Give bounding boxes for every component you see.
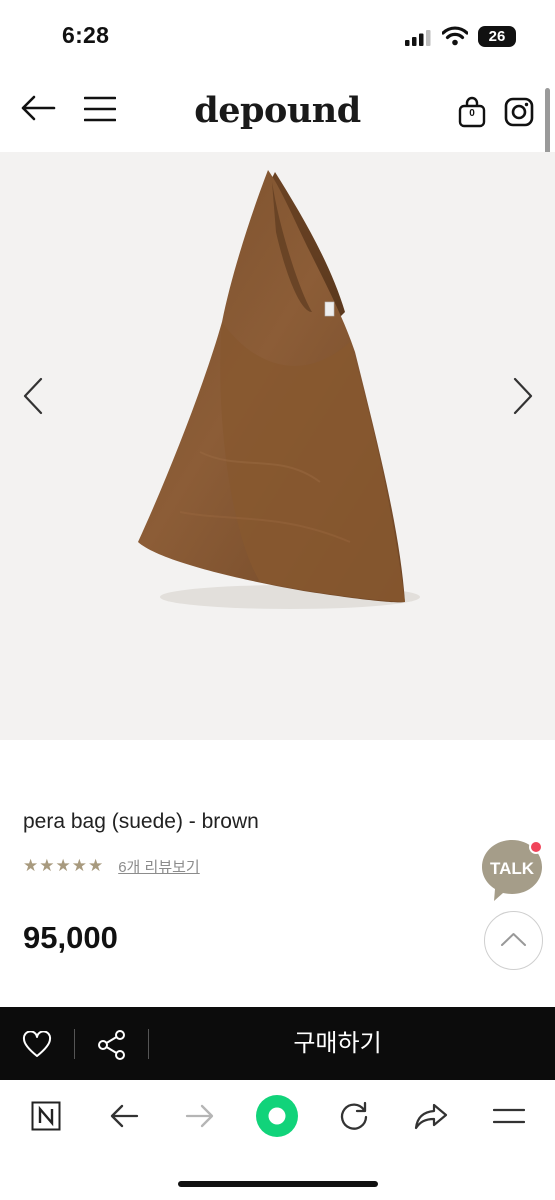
scroll-to-top-button[interactable] bbox=[484, 911, 543, 970]
divider bbox=[74, 1029, 75, 1059]
notification-dot bbox=[529, 840, 543, 854]
product-image bbox=[138, 170, 420, 609]
chevron-up-icon bbox=[500, 932, 526, 946]
heart-icon[interactable] bbox=[22, 1031, 52, 1058]
share-icon[interactable] bbox=[414, 1102, 448, 1130]
rating-stars: ★★★★★ bbox=[23, 856, 105, 875]
status-bar: 6:28 26 bbox=[0, 0, 555, 70]
forward-icon[interactable] bbox=[185, 1103, 215, 1129]
battery-indicator: 26 bbox=[478, 26, 516, 47]
product-name: pera bag (suede) - brown bbox=[23, 810, 259, 833]
product-rating: ★★★★★ 6개 리뷰보기 bbox=[23, 855, 200, 877]
wifi-icon bbox=[442, 26, 468, 46]
review-link[interactable]: 6개 리뷰보기 bbox=[118, 856, 200, 877]
talk-label: TALK bbox=[490, 859, 535, 878]
green-home-icon[interactable] bbox=[256, 1095, 298, 1137]
carousel-next-icon[interactable] bbox=[512, 377, 534, 415]
menu-icon[interactable] bbox=[493, 1107, 525, 1125]
buy-button[interactable]: 구매하기 bbox=[150, 1007, 525, 1080]
site-header: depound 0 bbox=[0, 70, 555, 152]
naver-n-icon[interactable] bbox=[31, 1101, 61, 1131]
back-icon[interactable] bbox=[109, 1103, 139, 1129]
cellular-signal-icon bbox=[405, 30, 431, 46]
divider bbox=[148, 1029, 149, 1059]
share-nodes-icon[interactable] bbox=[97, 1029, 127, 1061]
refresh-icon[interactable] bbox=[338, 1100, 370, 1132]
cart-count: 0 bbox=[469, 108, 475, 119]
carousel-prev-icon[interactable] bbox=[22, 377, 44, 415]
status-time: 6:28 bbox=[62, 22, 110, 48]
product-price: 95,000 bbox=[23, 920, 118, 955]
home-indicator bbox=[178, 1181, 378, 1187]
instagram-icon[interactable] bbox=[504, 97, 534, 127]
product-image-carousel[interactable] bbox=[0, 152, 555, 740]
purchase-bar: 구매하기 bbox=[0, 1007, 555, 1080]
